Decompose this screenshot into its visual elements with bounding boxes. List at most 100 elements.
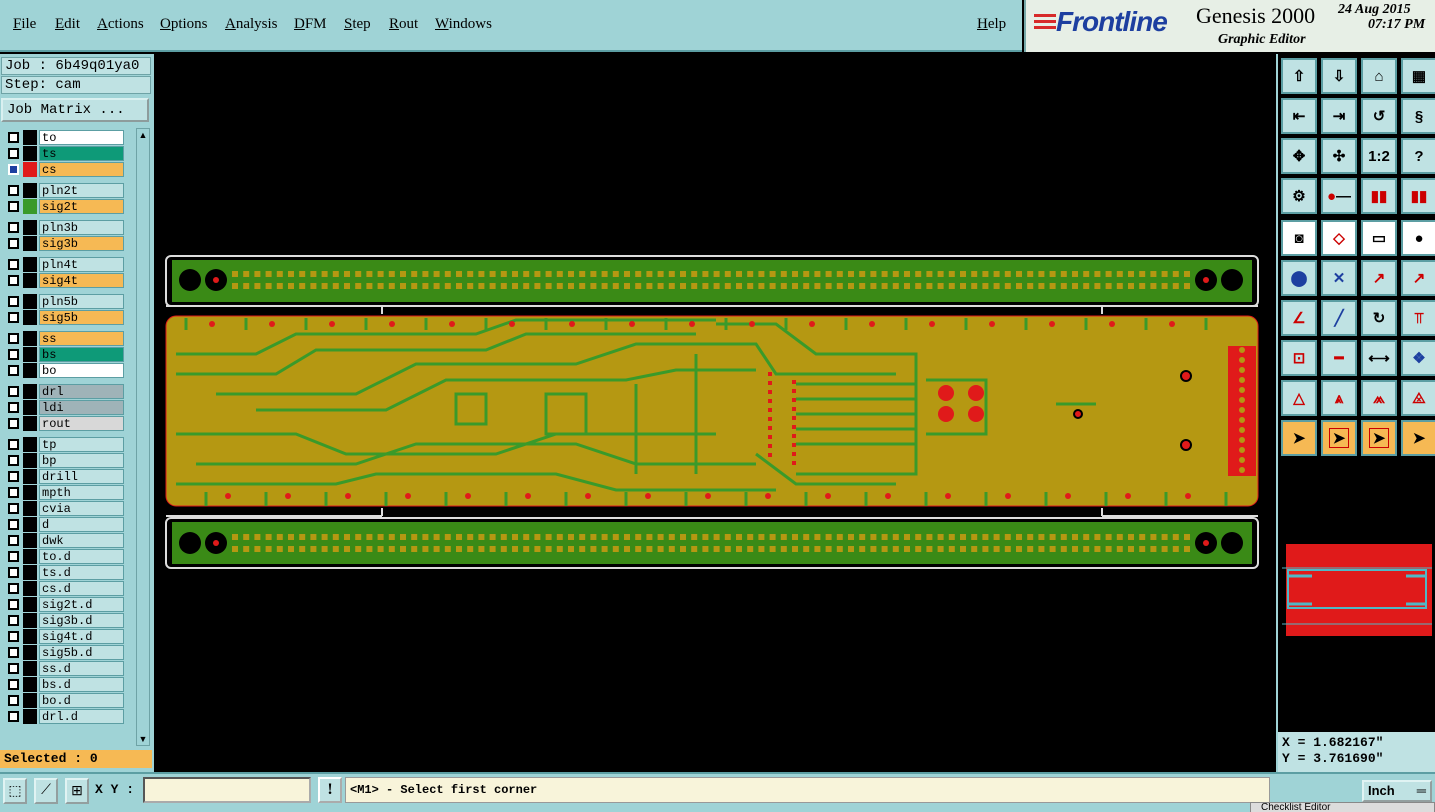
layer-row[interactable]: drl.d [3,709,125,724]
layer-row[interactable]: sig5b [3,310,125,325]
layer-checkbox[interactable] [8,418,19,429]
surface-icon[interactable]: ◇ [1321,220,1357,256]
layer-row[interactable]: bs [3,347,125,362]
layer-checkbox[interactable] [8,711,19,722]
layer-name[interactable]: sig3b.d [39,613,124,628]
layer-checkbox[interactable] [8,599,19,610]
net-connect-icon[interactable]: ⬤ [1281,260,1317,296]
layer-checkbox[interactable] [8,583,19,594]
layer-name[interactable]: rout [39,416,124,431]
layer-row[interactable]: ss.d [3,661,125,676]
layer-name[interactable]: sig5b.d [39,645,124,660]
layer-checkbox[interactable] [8,471,19,482]
pcb-drawing[interactable] [156,54,1275,772]
layer-checkbox[interactable] [8,402,19,413]
layer-color-swatch[interactable] [23,400,37,415]
checklist-editor-tab[interactable]: Checklist Editor [1250,802,1435,812]
layer-name[interactable]: ts.d [39,565,124,580]
layer-checkbox[interactable] [8,275,19,286]
layer-name[interactable]: to.d [39,549,124,564]
layer-name[interactable]: sig4t [39,273,124,288]
layer-row[interactable]: cs [3,162,125,177]
layer-name[interactable]: ldi [39,400,124,415]
layer-row[interactable]: sig3b.d [3,613,125,628]
layer-name[interactable]: sig3b [39,236,124,251]
layer-color-swatch[interactable] [23,236,37,251]
layer-color-swatch[interactable] [23,416,37,431]
layer-name[interactable]: pln5b [39,294,124,309]
grid-icon[interactable]: ⊞ [65,778,89,804]
layer-name[interactable]: pln4t [39,257,124,272]
menu-help[interactable]: Help [977,16,1006,33]
fillet-icon[interactable]: ⫪ [1401,300,1435,336]
menu-step[interactable]: Step [344,16,371,33]
layer-name[interactable]: pln2t [39,183,124,198]
layer-name[interactable]: d [39,517,124,532]
layer-checkbox[interactable] [8,567,19,578]
group-icon[interactable]: ❖ [1401,340,1435,376]
layer-name[interactable]: to [39,130,124,145]
layer-row[interactable]: bo.d [3,693,125,708]
layer-row[interactable]: sig2t.d [3,597,125,612]
layer-row[interactable]: ts [3,146,125,161]
layer-name[interactable]: bo.d [39,693,124,708]
zoom-fit-icon[interactable]: ✥ [1281,138,1317,174]
layer-row[interactable]: cvia [3,501,125,516]
layer-color-swatch[interactable] [23,501,37,516]
layer-color-swatch[interactable] [23,183,37,198]
layer-color-swatch[interactable] [23,453,37,468]
board-overview[interactable] [1282,532,1432,636]
layer-color-swatch[interactable] [23,709,37,724]
layer-row[interactable]: pln3b [3,220,125,235]
layer-name[interactable]: sig5b [39,310,124,325]
menu-edit[interactable]: Edit [55,16,80,33]
layer-row[interactable]: drl [3,384,125,399]
snap-icon[interactable]: △ [1281,380,1317,416]
alert-button[interactable]: ! [318,777,342,803]
layer-name[interactable]: cs [39,162,124,177]
layer-up-icon[interactable]: ▮▮ [1361,178,1397,214]
layer-row[interactable]: sig4t.d [3,629,125,644]
menu-rout[interactable]: Rout [389,16,418,33]
layer-row[interactable]: ts.d [3,565,125,580]
pan-icon[interactable]: ✣ [1321,138,1357,174]
layer-name[interactable]: bo [39,363,124,378]
layer-checkbox[interactable] [8,503,19,514]
layer-name[interactable]: ss [39,331,124,346]
layer-color-swatch[interactable] [23,162,37,177]
layer-row[interactable]: ss [3,331,125,346]
layer-row[interactable]: cs.d [3,581,125,596]
layer-checkbox[interactable] [8,238,19,249]
layer-checkbox[interactable] [8,148,19,159]
graphic-canvas[interactable] [156,54,1275,772]
layer-name[interactable]: ts [39,146,124,161]
layer-name[interactable]: drill [39,469,124,484]
layer-name[interactable]: mpth [39,485,124,500]
layer-color-swatch[interactable] [23,469,37,484]
layer-row[interactable]: pln4t [3,257,125,272]
layer-color-swatch[interactable] [23,677,37,692]
layer-color-swatch[interactable] [23,384,37,399]
line-split-icon[interactable]: ━ [1321,340,1357,376]
layer-color-swatch[interactable] [23,597,37,612]
layer-color-swatch[interactable] [23,130,37,145]
snap-intersect-icon[interactable]: ⨻ [1401,380,1435,416]
layer-color-swatch[interactable] [23,331,37,346]
layer-checkbox[interactable] [8,164,19,175]
layer-row[interactable]: mpth [3,485,125,500]
zoom-ratio-icon[interactable]: 1:2 [1361,138,1397,174]
line-add-icon[interactable]: ╱ [1321,300,1357,336]
help-icon[interactable]: ? [1401,138,1435,174]
layer-name[interactable]: tp [39,437,124,452]
layer-row[interactable]: bo [3,363,125,378]
layer-color-swatch[interactable] [23,645,37,660]
layer-checkbox[interactable] [8,695,19,706]
pointer-icon[interactable]: ➤ [1281,420,1317,456]
layer-color-swatch[interactable] [23,565,37,580]
layer-name[interactable]: ss.d [39,661,124,676]
layer-row[interactable]: sig5b.d [3,645,125,660]
menu-analysis[interactable]: Analysis [225,16,278,33]
layer-color-swatch[interactable] [23,629,37,644]
layer-checkbox[interactable] [8,439,19,450]
layer-checkbox[interactable] [8,487,19,498]
